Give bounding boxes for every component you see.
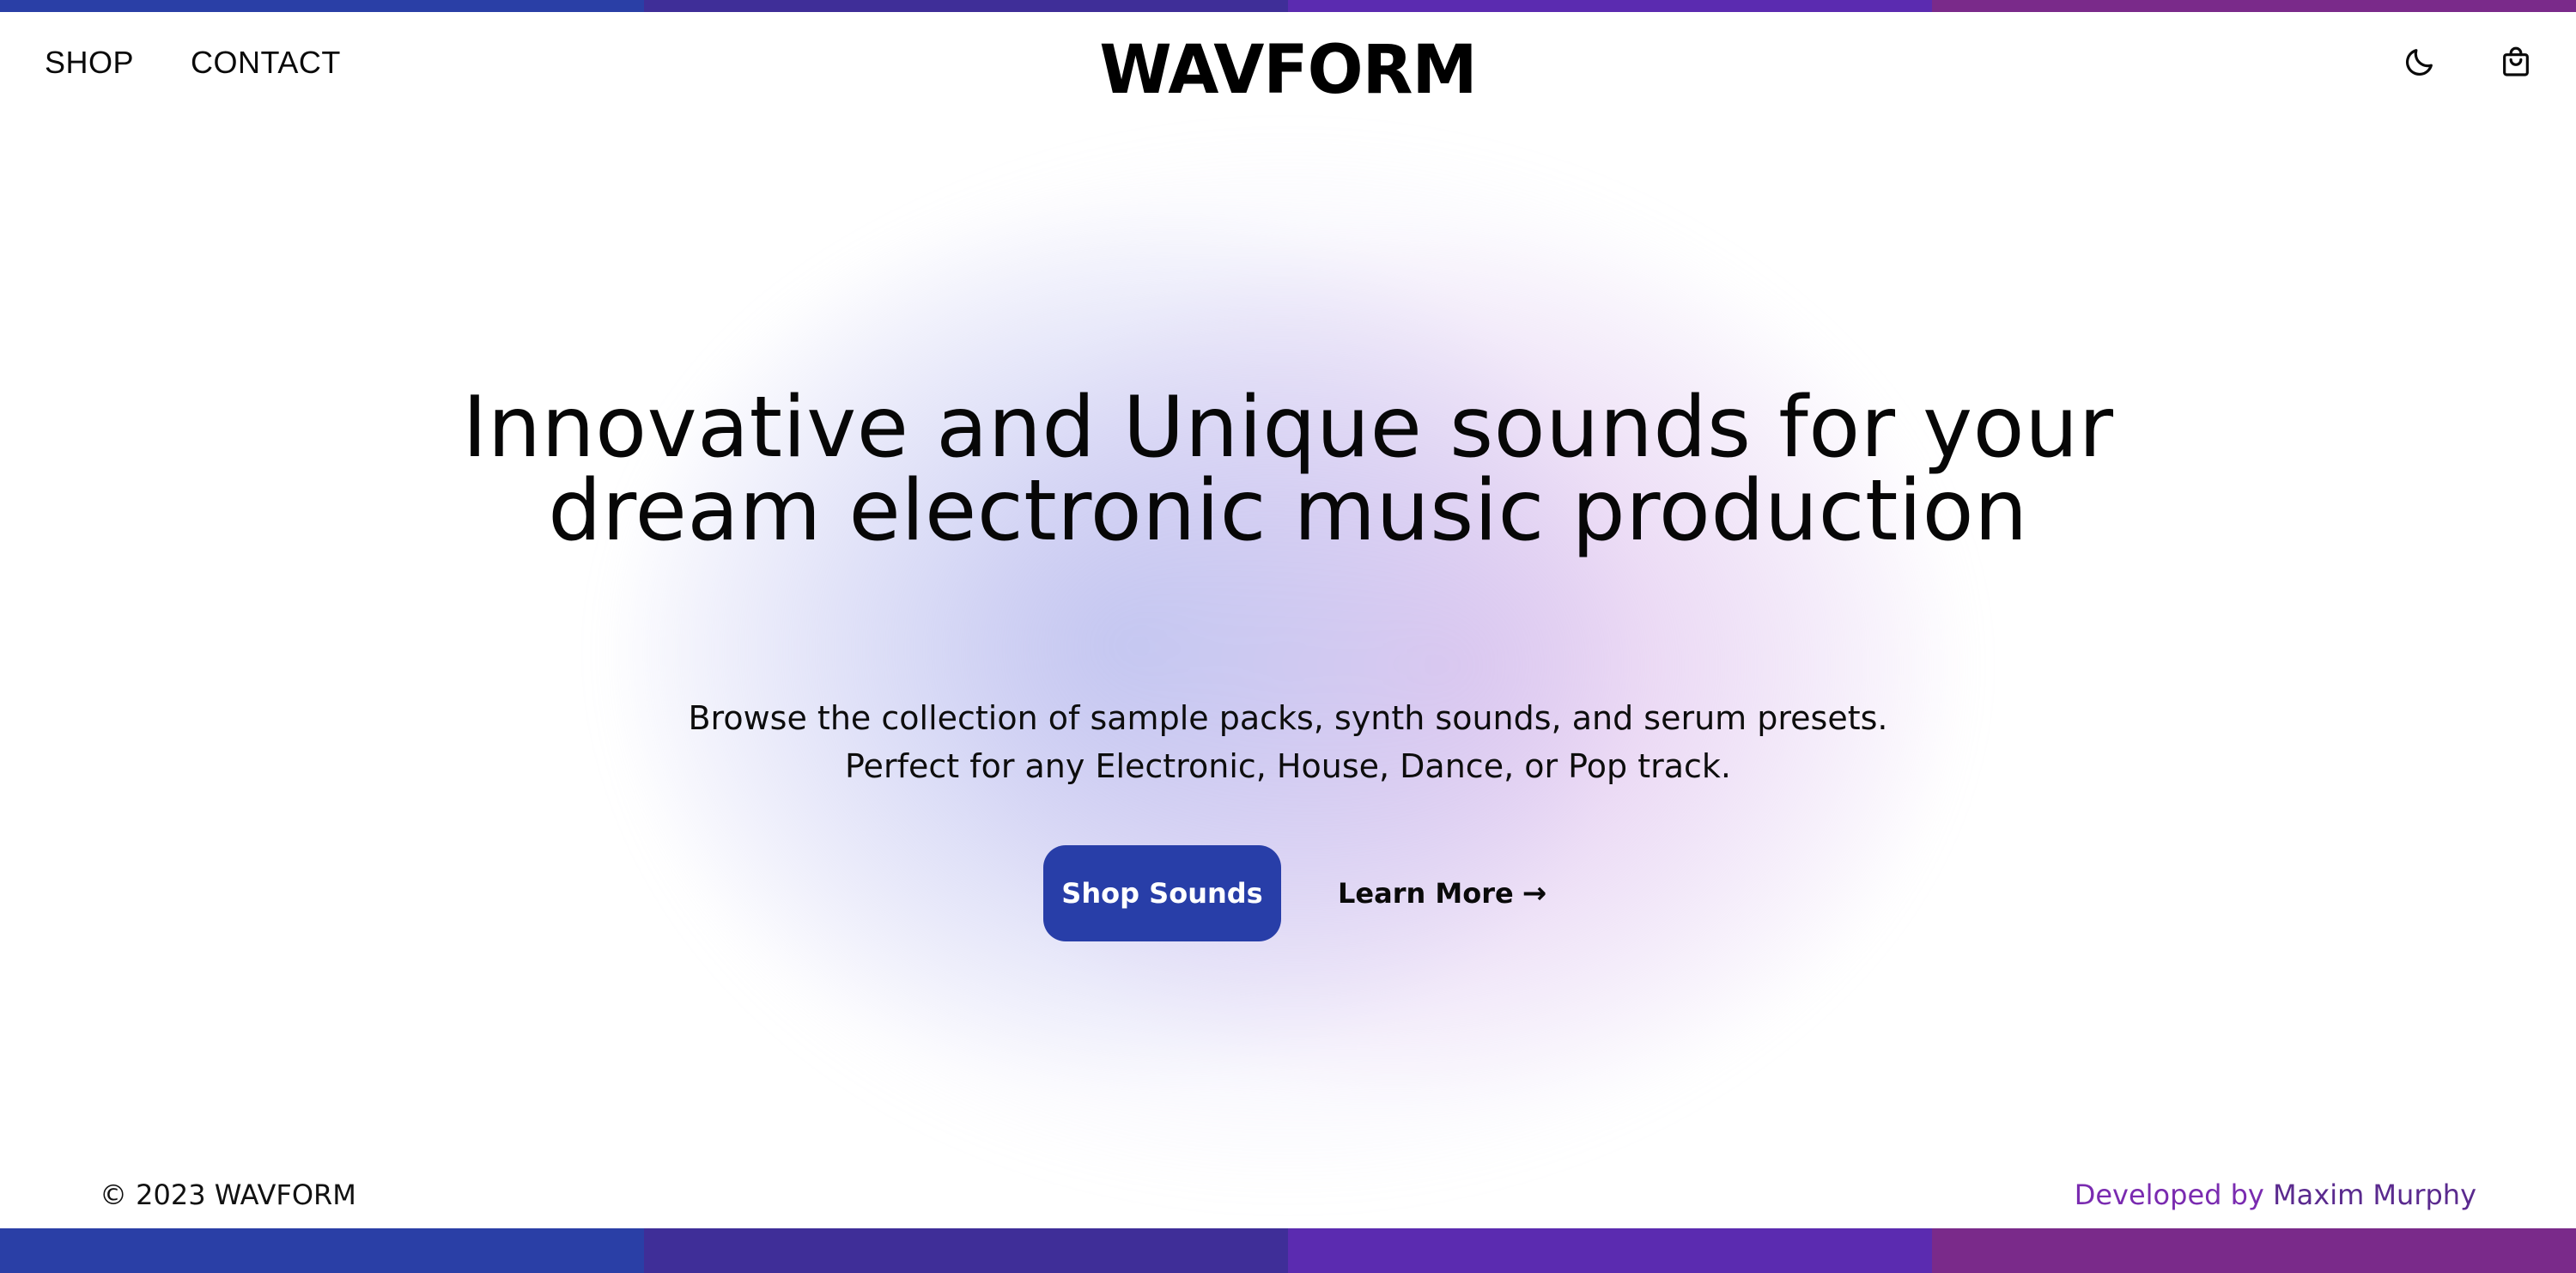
stripe-segment-1 bbox=[0, 1228, 644, 1273]
hero-title: Innovative and Unique sounds for your dr… bbox=[343, 386, 2233, 553]
credit-prefix: Developed by bbox=[2074, 1179, 2264, 1211]
learn-more-link[interactable]: Learn More → bbox=[1338, 876, 1546, 911]
bottom-color-stripe bbox=[0, 1228, 2576, 1273]
main-nav: SHOP CONTACT bbox=[45, 45, 341, 81]
hero-subtitle: Browse the collection of sample packs, s… bbox=[515, 694, 2061, 790]
hero-actions: Shop Sounds Learn More → bbox=[1043, 845, 1546, 941]
theme-toggle-button[interactable] bbox=[2401, 43, 2439, 81]
hero-title-line-2: dream electronic music production bbox=[548, 462, 2028, 560]
top-color-stripe bbox=[0, 0, 2576, 12]
site-logo[interactable]: WAVFORM bbox=[1099, 32, 1477, 109]
stripe-segment-2 bbox=[644, 1228, 1288, 1273]
stripe-segment-3 bbox=[1288, 1228, 1932, 1273]
hero-subtitle-line-1: Browse the collection of sample packs, s… bbox=[688, 699, 1888, 737]
hero-subtitle-line-2: Perfect for any Electronic, House, Dance… bbox=[845, 747, 1731, 785]
stripe-segment-3 bbox=[1288, 0, 1932, 12]
stripe-segment-4 bbox=[1932, 1228, 2576, 1273]
shop-sounds-button[interactable]: Shop Sounds bbox=[1043, 845, 1281, 941]
header-actions bbox=[2401, 43, 2535, 81]
moon-icon bbox=[2405, 49, 2433, 76]
cart-button[interactable] bbox=[2497, 43, 2535, 81]
stripe-segment-4 bbox=[1932, 0, 2576, 12]
arrow-right-icon: → bbox=[1522, 876, 1547, 911]
footer-copyright: © 2023 WAVFORM bbox=[100, 1179, 356, 1211]
background-glow bbox=[601, 129, 1975, 1203]
nav-contact-link[interactable]: CONTACT bbox=[191, 45, 341, 81]
page: SHOP CONTACT WAVFORM Innovative and Uniq… bbox=[0, 0, 2576, 1273]
learn-more-label: Learn More bbox=[1338, 877, 1514, 910]
stripe-segment-1 bbox=[0, 0, 644, 12]
shopping-bag-icon bbox=[2503, 46, 2529, 76]
credit-name: Maxim Murphy bbox=[2273, 1179, 2476, 1211]
stripe-segment-2 bbox=[644, 0, 1288, 12]
developer-credit-link[interactable]: Developed by Maxim Murphy bbox=[2075, 1179, 2476, 1211]
nav-shop-link[interactable]: SHOP bbox=[45, 45, 134, 81]
